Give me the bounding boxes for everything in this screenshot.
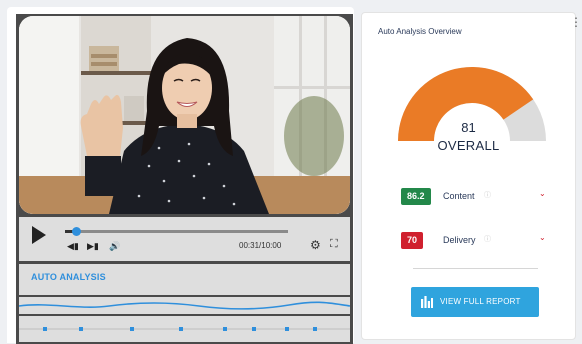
video-frame[interactable] — [19, 16, 350, 214]
time-display: 00:31/10:00 — [239, 241, 282, 250]
analysis-markers — [19, 316, 350, 342]
report-button-label: VIEW FULL REPORT — [440, 297, 521, 306]
analysis-marker[interactable] — [285, 327, 289, 331]
view-full-report-button[interactable]: VIEW FULL REPORT — [411, 287, 539, 317]
analysis-marker[interactable] — [130, 327, 134, 331]
overall-score: 81 — [461, 120, 476, 135]
player-controls: ◀▮ ▶▮ 🔊 00:31/10:00 ⚙ ⛶ — [19, 217, 350, 261]
analysis-marker[interactable] — [79, 327, 83, 331]
analysis-marker[interactable] — [179, 327, 183, 331]
metric-label: Delivery — [443, 235, 476, 245]
divider — [413, 268, 538, 269]
play-icon[interactable] — [32, 226, 46, 244]
video-player-card: ◀▮ ▶▮ 🔊 00:31/10:00 ⚙ ⛶ AUTO ANALYSIS — [7, 7, 354, 344]
analysis-marker[interactable] — [43, 327, 47, 331]
analysis-marker[interactable] — [313, 327, 317, 331]
info-icon[interactable]: ⓘ — [484, 190, 491, 200]
bar-chart-icon — [421, 296, 433, 308]
seek-bar[interactable] — [65, 227, 288, 236]
metric-row-content[interactable]: 86.2 Content ⓘ ⌄ — [401, 188, 551, 205]
info-icon[interactable]: ⓘ — [484, 234, 491, 244]
metric-badge: 86.2 — [401, 188, 431, 205]
fullscreen-icon[interactable]: ⛶ — [330, 238, 338, 251]
analysis-waveform — [19, 297, 350, 314]
gear-icon[interactable]: ⚙ — [310, 238, 321, 252]
auto-analysis-panel: AUTO ANALYSIS — [19, 264, 350, 295]
analysis-overview-card: Auto Analysis Overview ⋮ 81 OVERALL 86.2… — [361, 12, 582, 340]
metric-label: Content — [443, 191, 475, 201]
card-title: Auto Analysis Overview — [378, 27, 462, 36]
video-player: ◀▮ ▶▮ 🔊 00:31/10:00 ⚙ ⛶ AUTO ANALYSIS — [16, 14, 353, 344]
metric-row-delivery[interactable]: 70 Delivery ⓘ ⌄ — [401, 232, 551, 249]
video-thumbnail — [19, 16, 350, 214]
chevron-down-icon[interactable]: ⌄ — [539, 189, 546, 198]
volume-icon[interactable]: 🔊 — [109, 241, 120, 251]
chevron-down-icon[interactable]: ⌄ — [539, 233, 546, 242]
skip-back-icon[interactable]: ◀▮ — [67, 241, 79, 251]
auto-analysis-title: AUTO ANALYSIS — [31, 272, 106, 282]
overall-label: OVERALL — [437, 138, 500, 153]
seek-bar-thumb[interactable] — [72, 227, 82, 236]
kebab-menu-icon[interactable]: ⋮ — [570, 16, 582, 28]
metric-badge: 70 — [401, 232, 424, 249]
analysis-marker[interactable] — [223, 327, 227, 331]
skip-forward-icon[interactable]: ▶▮ — [87, 241, 99, 251]
analysis-marker[interactable] — [252, 327, 256, 331]
